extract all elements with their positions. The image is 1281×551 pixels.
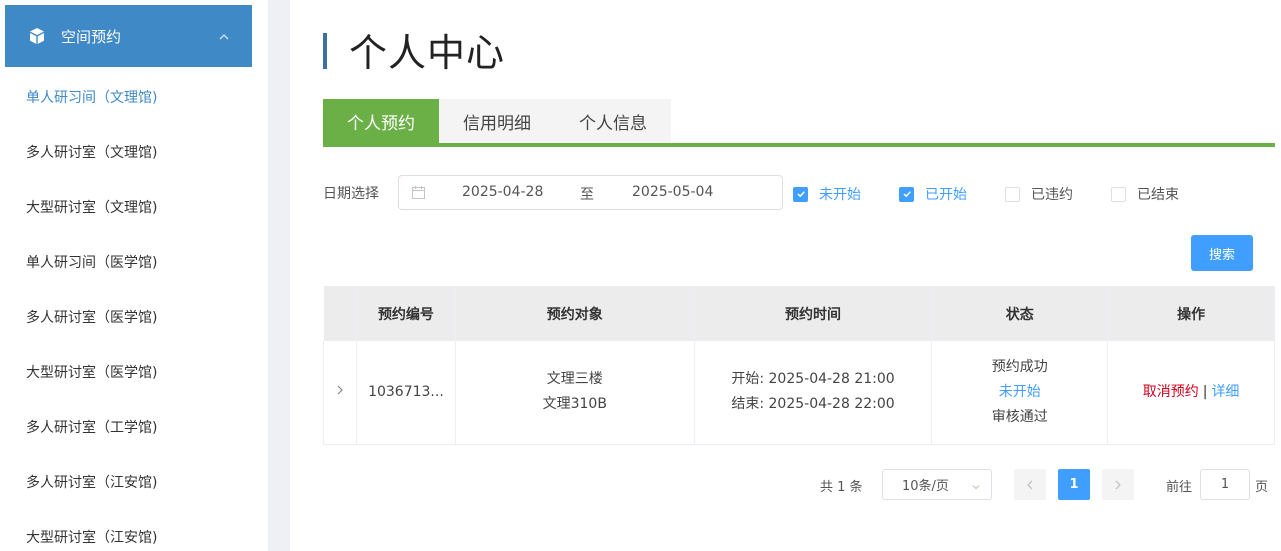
chevron-up-icon[interactable] bbox=[218, 29, 230, 41]
object-building: 文理三楼 bbox=[546, 371, 603, 388]
expand-row-cell[interactable] bbox=[323, 341, 357, 445]
status-booking: 预约成功 bbox=[991, 358, 1048, 375]
chevron-right-icon[interactable] bbox=[336, 384, 344, 400]
tab-bar: 个人预约 信用明细 个人信息 bbox=[323, 99, 671, 143]
date-separator: 至 bbox=[580, 187, 594, 203]
checkbox-box bbox=[1005, 186, 1020, 202]
check-icon bbox=[899, 186, 914, 202]
pagination-total: 共 1 条 bbox=[820, 480, 863, 495]
tab-personal-info[interactable]: 个人信息 bbox=[555, 99, 671, 143]
header-booking-object: 预约对象 bbox=[455, 286, 695, 341]
booking-id-cell: 1036713... bbox=[356, 341, 456, 445]
checkbox-violated[interactable]: 已违约 bbox=[1005, 184, 1073, 204]
detail-link[interactable]: 详细 bbox=[1211, 384, 1239, 400]
header-booking-id: 预约编号 bbox=[356, 286, 456, 341]
tab-personal-booking[interactable]: 个人预约 bbox=[323, 99, 439, 143]
sidebar-section-space-booking[interactable]: 空间预约 bbox=[5, 5, 252, 67]
cancel-booking-link[interactable]: 取消预约 bbox=[1143, 384, 1199, 400]
time-end: 结束: 2025-04-28 22:00 bbox=[731, 396, 895, 413]
table-header-row: 预约编号 预约对象 预约时间 状态 操作 bbox=[323, 286, 1275, 341]
time-start: 开始: 2025-04-28 21:00 bbox=[731, 371, 895, 388]
sidebar-item-large-seminar-wenli[interactable]: 大型研讨室（文理馆) bbox=[26, 197, 157, 217]
sidebar-item-single-study-medical[interactable]: 单人研习间（医学馆) bbox=[26, 252, 157, 272]
check-icon bbox=[793, 186, 808, 202]
actions-cell: 取消预约 | 详细 bbox=[1107, 341, 1275, 445]
header-expand bbox=[323, 286, 357, 341]
date-range-picker[interactable]: 2025-04-28 至 2025-05-04 bbox=[398, 175, 783, 210]
page-number-current[interactable]: 1 bbox=[1058, 469, 1090, 500]
checkbox-label: 已开始 bbox=[925, 187, 967, 203]
calendar-icon bbox=[412, 186, 425, 199]
status-review: 审核通过 bbox=[991, 408, 1048, 425]
checkbox-label: 已结束 bbox=[1137, 187, 1179, 203]
sidebar-item-large-seminar-medical[interactable]: 大型研讨室（医学馆) bbox=[26, 362, 157, 382]
chevron-right-icon bbox=[1115, 480, 1121, 489]
sidebar-section-title: 空间预约 bbox=[61, 27, 122, 46]
booking-time-cell: 开始: 2025-04-28 21:00 结束: 2025-04-28 22:0… bbox=[694, 341, 933, 445]
prev-page-button[interactable] bbox=[1014, 469, 1046, 500]
page-suffix-label: 页 bbox=[1255, 480, 1269, 495]
action-separator: | bbox=[1202, 383, 1208, 400]
checkbox-not-started[interactable]: 未开始 bbox=[793, 184, 861, 204]
checkbox-ended[interactable]: 已结束 bbox=[1111, 184, 1179, 204]
checkbox-label: 未开始 bbox=[819, 187, 861, 203]
cube-icon bbox=[27, 26, 47, 46]
next-page-button[interactable] bbox=[1102, 469, 1134, 500]
checkbox-label: 已违约 bbox=[1031, 187, 1073, 203]
table-row: 1036713... 文理三楼 文理310B 开始: 2025-04-28 21… bbox=[323, 341, 1275, 445]
tab-underline bbox=[323, 143, 1275, 147]
page-size-value: 10条/页 bbox=[902, 479, 949, 494]
title-accent-bar bbox=[323, 33, 327, 69]
sidebar-item-multi-seminar-engineering[interactable]: 多人研讨室（工学馆) bbox=[26, 417, 157, 437]
search-button[interactable]: 搜索 bbox=[1191, 235, 1253, 271]
checkbox-box bbox=[1111, 186, 1126, 202]
date-filter-label: 日期选择 bbox=[323, 186, 379, 202]
sidebar-gutter bbox=[268, 0, 290, 551]
tab-credit-details[interactable]: 信用明细 bbox=[439, 99, 555, 143]
goto-label: 前往 bbox=[1166, 480, 1193, 495]
booking-object-cell: 文理三楼 文理310B bbox=[455, 341, 695, 445]
object-room: 文理310B bbox=[542, 396, 607, 413]
sidebar-item-multi-seminar-jiangan[interactable]: 多人研讨室（江安馆) bbox=[26, 472, 157, 492]
header-status: 状态 bbox=[931, 286, 1109, 341]
page-size-select[interactable]: 10条/页 bbox=[882, 469, 992, 500]
start-date-input[interactable]: 2025-04-28 bbox=[462, 184, 543, 200]
status-cell: 预约成功 未开始 审核通过 bbox=[931, 341, 1109, 445]
page-title: 个人中心 bbox=[349, 31, 506, 75]
end-date-input[interactable]: 2025-05-04 bbox=[632, 184, 713, 200]
chevron-down-icon bbox=[971, 481, 981, 491]
header-actions: 操作 bbox=[1107, 286, 1275, 341]
sidebar-item-multi-seminar-wenli[interactable]: 多人研讨室（文理馆) bbox=[26, 142, 157, 162]
status-progress: 未开始 bbox=[998, 383, 1041, 400]
sidebar-item-multi-seminar-medical[interactable]: 多人研讨室（医学馆) bbox=[26, 307, 157, 327]
sidebar: 空间预约 单人研习间（文理馆) 多人研讨室（文理馆) 大型研讨室（文理馆) 单人… bbox=[0, 0, 268, 551]
sidebar-item-large-seminar-jiangan[interactable]: 大型研讨室（江安馆) bbox=[26, 527, 157, 547]
chevron-left-icon bbox=[1027, 480, 1033, 489]
sidebar-item-single-study-wenli[interactable]: 单人研习间（文理馆) bbox=[26, 87, 157, 107]
header-booking-time: 预约时间 bbox=[694, 286, 933, 341]
checkbox-started[interactable]: 已开始 bbox=[899, 184, 967, 204]
booking-table: 预约编号 预约对象 预约时间 状态 操作 1036713... 文理三楼 文理3… bbox=[323, 286, 1275, 445]
goto-page-input[interactable] bbox=[1200, 469, 1250, 500]
